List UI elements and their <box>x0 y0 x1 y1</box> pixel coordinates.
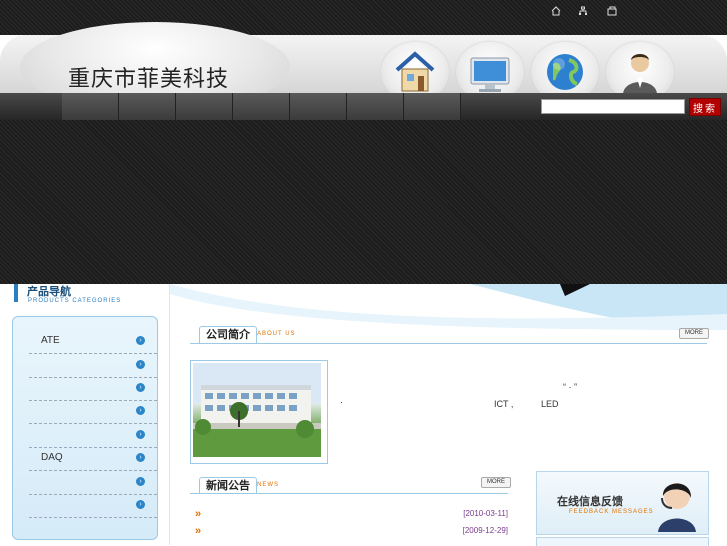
chevron-right-icon: › <box>136 477 145 486</box>
globe-icon <box>547 54 583 90</box>
chevron-right-icon: › <box>136 406 145 415</box>
column-divider <box>169 284 170 545</box>
feedback-banner[interactable]: 在线信息反馈 FEEDBACK MESSAGES <box>536 471 709 535</box>
bookmark-icon[interactable] <box>605 5 619 17</box>
category-item[interactable]: › <box>29 495 157 518</box>
chevron-right-icon: › <box>136 336 145 345</box>
monitor-icon <box>470 57 510 92</box>
news-item[interactable]: » [2010-03-11] <box>195 506 508 522</box>
category-item[interactable]: ATE › <box>29 331 157 354</box>
user-icon <box>623 54 657 94</box>
menu-item[interactable] <box>404 93 461 120</box>
chevron-right-icon: › <box>136 360 145 369</box>
about-subtitle: ABOUT US <box>257 331 296 337</box>
search-button[interactable]: 搜索 <box>689 98 721 116</box>
news-date: [2010-03-11] <box>463 509 508 518</box>
category-item[interactable]: › <box>29 472 157 495</box>
menu-item[interactable] <box>119 93 176 120</box>
site-title: 重庆市菲美科技 <box>68 67 230 92</box>
chevron-right-icon: › <box>136 500 145 509</box>
news-date: [2009-12-29] <box>462 526 508 535</box>
sitemap-icon[interactable] <box>576 5 590 17</box>
about-text-led: LED <box>541 399 559 409</box>
search-input[interactable] <box>541 99 685 114</box>
about-photo <box>190 360 328 464</box>
banner-wave <box>170 284 727 330</box>
category-item[interactable]: › <box>29 378 157 401</box>
category-label: ATE <box>41 335 60 346</box>
menu-item[interactable] <box>176 93 233 120</box>
about-text-ict: ICT , <box>494 399 514 409</box>
menu-item[interactable] <box>233 93 290 120</box>
category-item[interactable]: › <box>29 355 157 378</box>
about-more-button[interactable]: MORE <box>679 328 709 339</box>
chevron-right-icon: › <box>136 383 145 392</box>
about-title-bar: 公司简介 ABOUT US <box>199 326 309 344</box>
news-title: 新闻公告 <box>199 477 257 494</box>
menu-item[interactable] <box>290 93 347 120</box>
menu-item[interactable] <box>347 93 404 120</box>
about-divider <box>190 343 707 344</box>
news-divider <box>190 493 508 494</box>
feedback-title: 在线信息反馈 <box>557 496 623 508</box>
menu-item[interactable] <box>62 93 119 120</box>
chevron-right-icon: › <box>136 453 145 462</box>
double-chevron-icon: » <box>195 525 202 537</box>
house-icon <box>395 51 435 92</box>
category-item[interactable]: DAQ › <box>29 448 157 471</box>
feedback-subtitle: FEEDBACK MESSAGES <box>569 509 654 515</box>
about-text-bullet: · <box>340 397 343 407</box>
support-agent-icon <box>658 483 696 532</box>
about-text-quote: “ · ” <box>563 382 577 392</box>
category-item[interactable]: › <box>29 401 157 424</box>
home-small-icon[interactable] <box>549 5 563 17</box>
double-chevron-icon: » <box>195 508 202 520</box>
sidebar-heading-cn: 产品导航 <box>27 286 71 298</box>
sidebar-heading: 产品导航 PRODUCTS CATEGORIES <box>14 284 164 308</box>
news-subtitle: NEWS <box>257 482 279 488</box>
about-title: 公司简介 <box>199 326 257 343</box>
banner <box>0 120 727 284</box>
heading-bar <box>14 284 18 302</box>
category-label: DAQ <box>41 452 63 463</box>
news-item[interactable]: » [2009-12-29] <box>195 523 508 539</box>
sidebar-heading-en: PRODUCTS CATEGORIES <box>28 298 122 304</box>
chevron-right-icon: › <box>136 430 145 439</box>
category-panel: ATE › › › › › DAQ › › › <box>12 316 158 540</box>
news-more-button[interactable]: MORE <box>481 477 511 488</box>
category-item[interactable]: › <box>29 425 157 448</box>
